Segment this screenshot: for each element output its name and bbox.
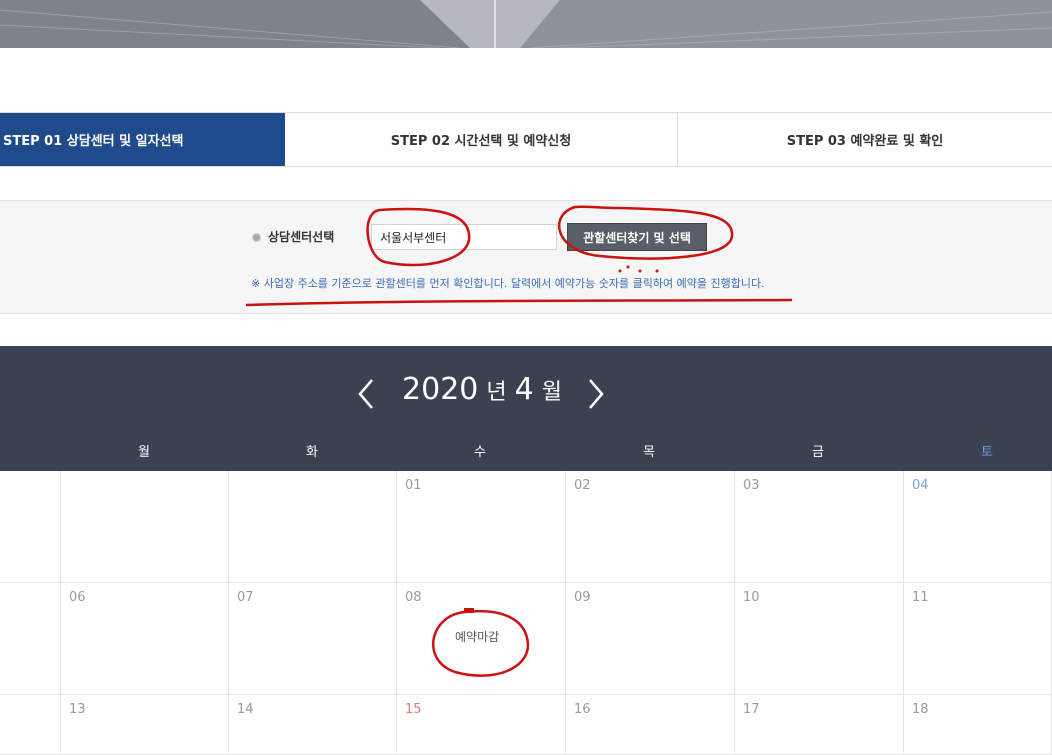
day-number: 03 <box>743 478 760 493</box>
calendar-cell[interactable]: 04 <box>904 471 1052 583</box>
tab-step1[interactable]: STEP 01 상담센터 및 일자선택 <box>0 113 285 166</box>
notice-text: ※ 사업장 주소를 기준으로 관할센터를 먼저 확인합니다. 달력에서 예약가능… <box>251 277 765 290</box>
building-image <box>0 0 1052 48</box>
calendar-cell[interactable]: 17 <box>735 695 904 755</box>
month-title: 2020 년 4 월 <box>0 372 964 407</box>
calendar-cell <box>229 471 397 583</box>
day-number: 09 <box>574 590 591 605</box>
calendar-cell-sun <box>0 695 61 755</box>
bullet-icon <box>252 233 261 242</box>
day-number: 13 <box>69 702 86 717</box>
calendar-cell[interactable]: 14 <box>229 695 397 755</box>
calendar-cell[interactable]: 18 <box>904 695 1052 755</box>
calendar-cell[interactable]: 06 <box>61 583 229 695</box>
center-select-label: 상담센터선택 <box>268 230 335 244</box>
calendar-cell[interactable]: 10 <box>735 583 904 695</box>
center-input[interactable] <box>371 224 557 250</box>
tab-step3[interactable]: STEP 03 예약완료 및 확인 <box>678 113 1052 166</box>
day-number: 11 <box>912 590 929 605</box>
day-number: 07 <box>237 590 254 605</box>
day-number: 01 <box>405 478 422 493</box>
center-search-panel <box>0 200 1052 314</box>
weekday-sat: 토 <box>981 445 993 460</box>
next-month-icon[interactable] <box>588 378 604 410</box>
calendar-cell-sun <box>0 471 61 583</box>
calendar-cell[interactable]: 16 <box>566 695 735 755</box>
tab-step2[interactable]: STEP 02 시간선택 및 예약신청 <box>285 113 678 166</box>
calendar-cell[interactable]: 13 <box>61 695 229 755</box>
day-number: 15 <box>405 702 422 717</box>
calendar-cell <box>61 471 229 583</box>
weekday-thu: 목 <box>643 445 655 460</box>
day-number: 14 <box>237 702 254 717</box>
reservation-closed-label: 예약마감 <box>455 630 500 644</box>
weekday-tue: 화 <box>306 445 318 460</box>
weekday-mon: 월 <box>138 445 150 460</box>
calendar-grid: 01 02 03 04 06 07 08 09 10 11 13 14 15 1… <box>0 471 1052 755</box>
day-number: 18 <box>912 702 929 717</box>
calendar-cell[interactable]: 09 <box>566 583 735 695</box>
year-value: 2020 <box>402 372 479 407</box>
calendar-cell[interactable]: 01 <box>397 471 566 583</box>
day-number: 04 <box>912 478 929 493</box>
find-center-button[interactable]: 관할센터찾기 및 선택 <box>567 223 707 251</box>
calendar-cell[interactable]: 15 <box>397 695 566 755</box>
day-number: 17 <box>743 702 760 717</box>
calendar-cell[interactable]: 07 <box>229 583 397 695</box>
day-number: 06 <box>69 590 86 605</box>
calendar-cell[interactable]: 02 <box>566 471 735 583</box>
step-tabs: STEP 01 상담센터 및 일자선택 STEP 02 시간선택 및 예약신청 … <box>0 112 1052 167</box>
calendar-cell[interactable]: 03 <box>735 471 904 583</box>
weekday-fri: 금 <box>812 445 824 460</box>
month-value: 4 <box>514 372 534 407</box>
calendar-cell-sun <box>0 583 61 695</box>
year-unit: 년 <box>486 379 507 405</box>
month-unit: 월 <box>541 379 562 405</box>
day-number: 02 <box>574 478 591 493</box>
hero-banner <box>0 0 1052 48</box>
weekday-wed: 수 <box>474 445 486 460</box>
calendar-cell[interactable]: 11 <box>904 583 1052 695</box>
day-number: 16 <box>574 702 591 717</box>
day-number: 08 <box>405 590 422 605</box>
day-number: 10 <box>743 590 760 605</box>
